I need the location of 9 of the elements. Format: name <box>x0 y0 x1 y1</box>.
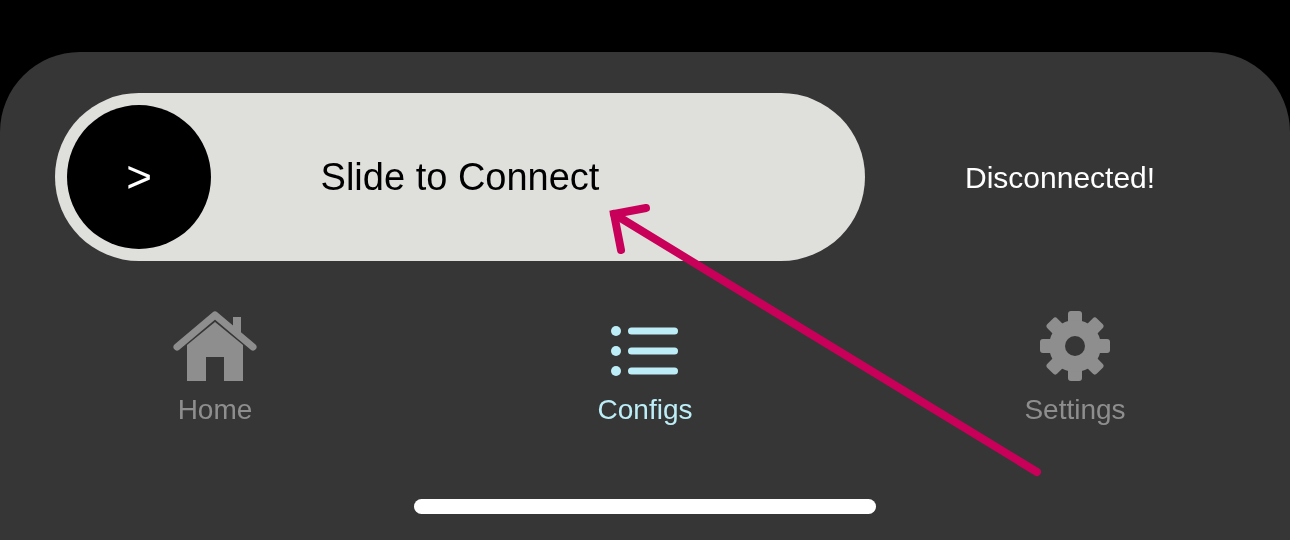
tab-button[interactable]: Home <box>165 307 265 431</box>
connection-status: Disconnected! <box>965 159 1156 196</box>
slide-to-connect-slider[interactable]: > Slide to Connect <box>55 93 865 261</box>
tab-button[interactable]: Settings <box>1016 307 1134 431</box>
house-icon <box>173 309 257 383</box>
tab-button[interactable]: Configs <box>589 307 701 431</box>
slider-handle[interactable]: > <box>67 105 211 249</box>
slider-label: Slide to Connect <box>320 154 600 200</box>
settings-icon <box>1038 309 1112 383</box>
